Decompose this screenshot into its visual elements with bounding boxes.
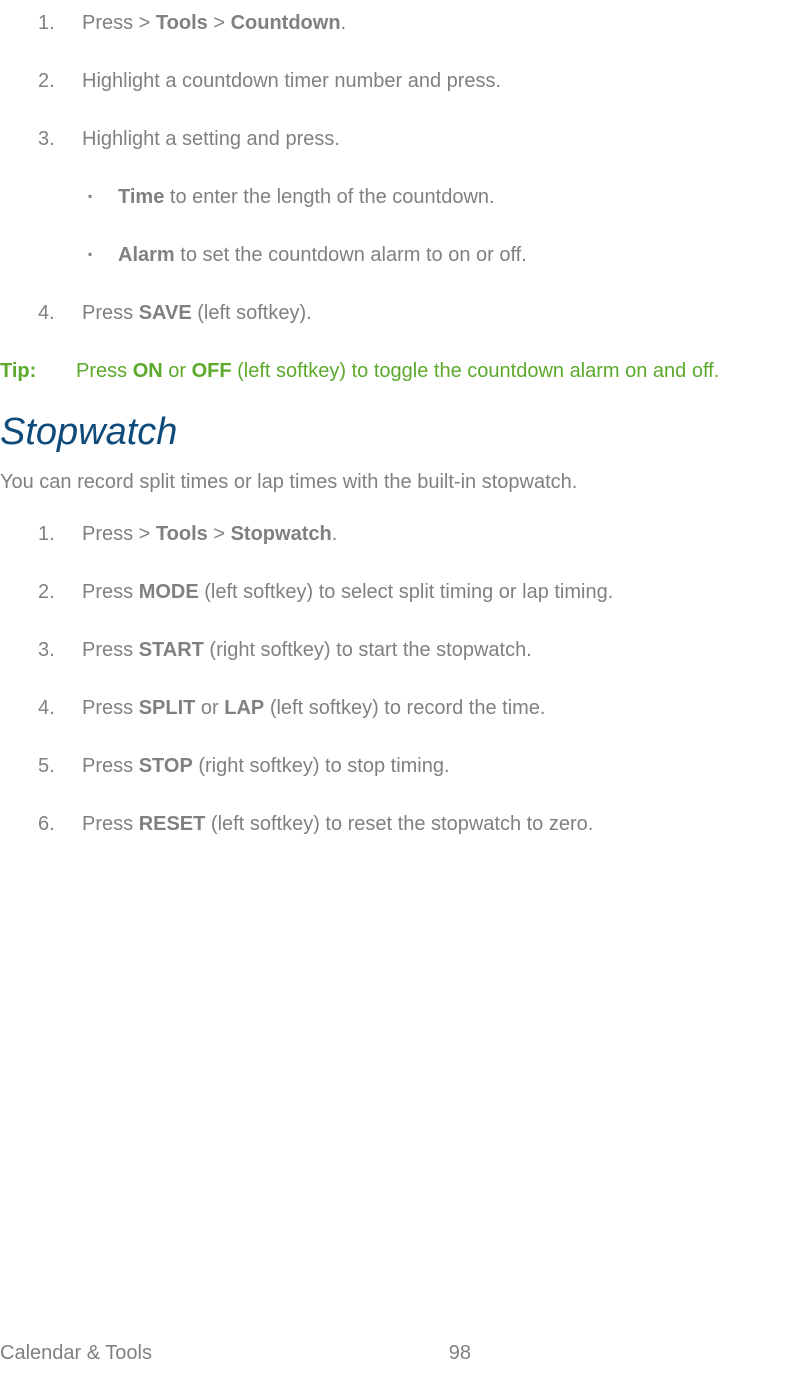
text: (right softkey) to start the stopwatch.	[204, 639, 532, 661]
text: Press	[82, 755, 139, 777]
bold-text: Alarm	[118, 244, 175, 266]
step-4: Press SAVE (left softkey).	[0, 298, 811, 328]
bold-text: RESET	[139, 813, 206, 835]
text: >	[208, 523, 231, 545]
bullet-time: Time to enter the length of the countdow…	[82, 182, 811, 212]
bold-text: SPLIT	[139, 697, 196, 719]
bold-text: SAVE	[139, 302, 192, 324]
step-5: Press STOP (right softkey) to stop timin…	[0, 751, 811, 781]
text: Press	[82, 302, 139, 324]
text: >	[208, 12, 231, 34]
bold-text: ON	[133, 360, 163, 382]
bold-text: Tools	[156, 12, 208, 34]
stopwatch-heading: Stopwatch	[0, 404, 811, 461]
text: Press	[76, 360, 133, 382]
text: (left softkey) to toggle the countdown a…	[232, 360, 720, 382]
step-6: Press RESET (left softkey) to reset the …	[0, 809, 811, 839]
text: Press	[82, 697, 139, 719]
text: or	[163, 360, 192, 382]
bold-text: Tools	[156, 523, 208, 545]
step-1: Press > Tools > Stopwatch.	[0, 519, 811, 549]
bold-text: Stopwatch	[231, 523, 332, 545]
text: (left softkey).	[192, 302, 312, 324]
text: .	[332, 523, 338, 545]
settings-bullets: Time to enter the length of the countdow…	[82, 182, 811, 270]
text: .	[341, 12, 347, 34]
step-4: Press SPLIT or LAP (left softkey) to rec…	[0, 693, 811, 723]
text: Press >	[82, 12, 156, 34]
bullet-alarm: Alarm to set the countdown alarm to on o…	[82, 240, 811, 270]
tip-label: Tip:	[0, 356, 76, 386]
text: Press	[82, 639, 139, 661]
text: (left softkey) to reset the stopwatch to…	[205, 813, 593, 835]
step-2: Press MODE (left softkey) to select spli…	[0, 577, 811, 607]
text: Press	[82, 813, 139, 835]
footer-section-title: Calendar & Tools	[0, 1338, 152, 1368]
step-1: Press > Tools > Countdown.	[0, 8, 811, 38]
bold-text: LAP	[224, 697, 264, 719]
stopwatch-intro: You can record split times or lap times …	[0, 467, 811, 497]
bold-text: OFF	[192, 360, 232, 382]
text: (right softkey) to stop timing.	[193, 755, 450, 777]
footer-page-number: 98	[449, 1338, 811, 1368]
step-2: Highlight a countdown timer number and p…	[0, 66, 811, 96]
text: (left softkey) to select split timing or…	[199, 581, 614, 603]
stopwatch-steps-list: Press > Tools > Stopwatch. Press MODE (l…	[0, 519, 811, 839]
document-content: Press > Tools > Countdown. Highlight a c…	[0, 0, 811, 839]
tip-text: Press ON or OFF (left softkey) to toggle…	[76, 360, 719, 382]
page-footer: Calendar & Tools 98	[0, 1338, 811, 1368]
text: Press >	[82, 523, 156, 545]
text: or	[195, 697, 224, 719]
bold-text: Countdown	[231, 12, 341, 34]
text: Highlight a setting and press.	[82, 128, 340, 150]
text: Highlight a countdown timer number and p…	[82, 70, 501, 92]
bold-text: STOP	[139, 755, 193, 777]
text: to set the countdown alarm to on or off.	[175, 244, 527, 266]
text: Press	[82, 581, 139, 603]
text: to enter the length of the countdown.	[164, 186, 494, 208]
step-3: Highlight a setting and press. Time to e…	[0, 124, 811, 270]
tip-note: Tip:Press ON or OFF (left softkey) to to…	[0, 356, 811, 386]
bold-text: MODE	[139, 581, 199, 603]
text: (left softkey) to record the time.	[264, 697, 545, 719]
bold-text: Time	[118, 186, 164, 208]
step-3: Press START (right softkey) to start the…	[0, 635, 811, 665]
countdown-steps-list: Press > Tools > Countdown. Highlight a c…	[0, 8, 811, 328]
bold-text: START	[139, 639, 204, 661]
